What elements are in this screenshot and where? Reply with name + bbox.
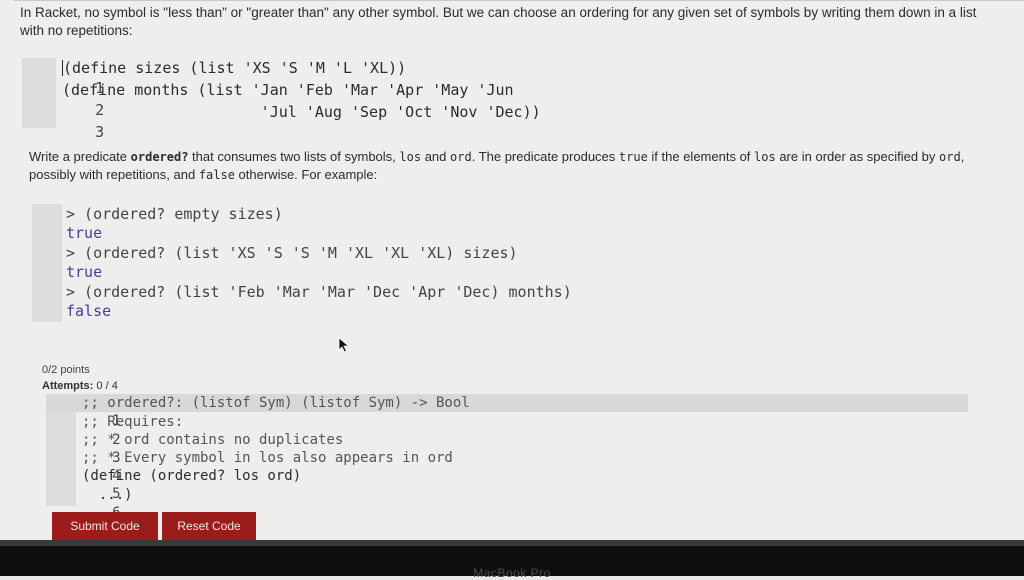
editor-line[interactable]: 1 ;; ordered?: (listof Sym) (listof Sym)… — [46, 394, 968, 429]
intro-paragraph: In Racket, no symbol is "less than" or "… — [20, 5, 977, 38]
example-result: false — [66, 302, 112, 320]
inline-code: los — [754, 150, 776, 164]
example-result: true — [66, 224, 103, 242]
example-result: true — [66, 263, 103, 281]
inline-code: true — [618, 150, 648, 164]
desc-text: are in order as specified by — [775, 149, 940, 164]
inline-code: ord — [939, 150, 961, 164]
editor-line[interactable]: 4 ;; * Every symbol in los also appears … — [46, 449, 968, 484]
code-text: 'Jul 'Aug 'Sep 'Oct 'Nov 'Dec)) — [62, 103, 541, 121]
divider — [14, 0, 1024, 1]
code-text: ;; ordered?: (listof Sym) (listof Sym) -… — [82, 395, 470, 411]
inline-code: los — [399, 150, 422, 164]
editor-line[interactable]: 3 ;; * ord contains no duplicates — [46, 431, 968, 466]
code-block-definitions: 1 (define sizes (list 'XS 'S 'M 'L 'XL))… — [22, 58, 541, 141]
code-text: (define months (list 'Jan 'Feb 'Mar 'Apr… — [62, 81, 514, 99]
attempts-label: Attempts: 0 / 4 — [42, 380, 118, 392]
code-line: 2 (define months (list 'Jan 'Feb 'Mar 'A… — [22, 80, 527, 119]
desc-text: . The predicate produces — [471, 149, 619, 164]
submit-code-button[interactable]: Submit Code — [52, 512, 158, 540]
problem-description: Write a predicate ordered? that consumes… — [29, 148, 999, 184]
editor-line[interactable]: 5 (define (ordered? los ord) — [46, 467, 968, 502]
desc-text: Write a predicate — [29, 149, 131, 164]
desc-text: if the elements of — [647, 149, 755, 164]
examples-gutter — [32, 204, 62, 322]
reset-code-button[interactable]: Reset Code — [162, 512, 256, 540]
code-line: 3 'Jul 'Aug 'Sep 'Oct 'Nov 'Dec)) — [22, 102, 540, 141]
example-prompt: > (ordered? empty sizes) — [66, 205, 283, 223]
desc-text: otherwise. For example: — [234, 167, 378, 182]
code-text: ;; * Every symbol in los also appears in… — [82, 450, 453, 466]
inline-code: ord — [450, 150, 472, 164]
code-text: ...) — [82, 487, 133, 503]
points-label: 0/2 points — [42, 364, 90, 376]
mouse-pointer-icon — [338, 337, 350, 353]
attempts-title: Attempts: — [42, 380, 94, 392]
code-text: (define (ordered? los ord) — [82, 468, 302, 484]
editor-line[interactable]: 6 ...) — [46, 486, 968, 521]
code-text: ;; * ord contains no duplicates — [82, 432, 344, 448]
code-text: ;; Requires: — [82, 414, 184, 430]
line-number: 3 — [95, 123, 105, 141]
code-text: (define sizes (list 'XS 'S 'M 'L 'XL)) — [63, 59, 407, 77]
inline-code: false — [198, 168, 235, 182]
inline-code: ordered? — [130, 150, 189, 164]
example-prompt: > (ordered? (list 'Feb 'Mar 'Mar 'Dec 'A… — [66, 283, 572, 301]
desc-text: and — [421, 149, 451, 164]
desc-text: that consumes two lists of symbols, — [188, 149, 400, 164]
example-prompt: > (ordered? (list 'XS 'S 'S 'M 'XL 'XL '… — [66, 244, 518, 262]
bezel-hinge — [0, 540, 1024, 546]
assignment-page: In Racket, no symbol is "less than" or "… — [0, 0, 1024, 540]
attempts-value: 0 / 4 — [96, 380, 118, 392]
code-line: 1 (define sizes (list 'XS 'S 'M 'L 'XL)) — [22, 58, 527, 97]
code-editor[interactable]: 1 ;; ordered?: (listof Sym) (listof Sym)… — [46, 394, 968, 521]
examples-block: > (ordered? empty sizes) true > (ordered… — [32, 204, 572, 322]
device-brand-label: MacBook Pro — [473, 566, 551, 580]
editor-line[interactable]: 2 ;; Requires: — [46, 413, 968, 448]
